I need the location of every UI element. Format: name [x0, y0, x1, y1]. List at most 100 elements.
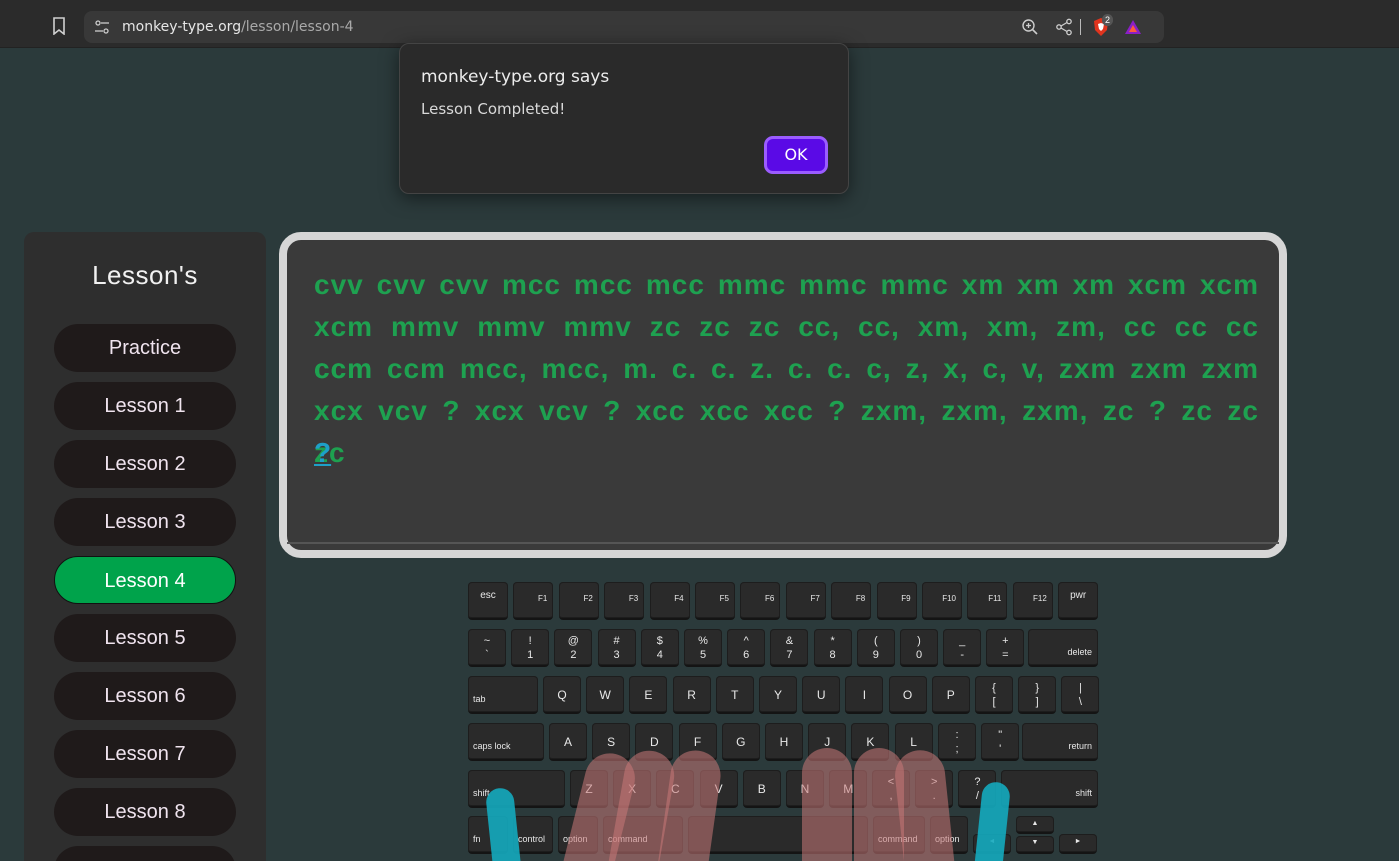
key-g[interactable]: G: [721, 723, 760, 761]
key-e[interactable]: E: [629, 676, 668, 714]
key-f9[interactable]: F9: [876, 582, 917, 620]
address-bar[interactable]: monkey-type.org/lesson/lesson-4 2: [84, 11, 1164, 43]
key-punct-0[interactable]: :;: [938, 723, 976, 761]
key-q[interactable]: Q: [543, 676, 581, 714]
key-7[interactable]: & 7: [770, 629, 809, 667]
key-f8[interactable]: F8: [831, 582, 872, 620]
key-label: -: [960, 649, 965, 661]
key-b[interactable]: B: [742, 770, 781, 808]
key-f[interactable]: F: [678, 723, 717, 761]
key-i[interactable]: I: [845, 676, 884, 714]
bookmark-icon[interactable]: [52, 17, 66, 35]
key-control[interactable]: control: [513, 816, 553, 854]
key-arrow-up[interactable]: ▲: [1016, 816, 1054, 834]
brave-rewards-icon[interactable]: [1124, 19, 1142, 35]
sidebar-item-lesson-7[interactable]: Lesson 7: [54, 730, 236, 778]
key-option-right[interactable]: option: [930, 816, 968, 854]
key-label: %: [698, 635, 708, 647]
key-p[interactable]: P: [931, 676, 970, 714]
key-f12[interactable]: F12: [1012, 582, 1053, 620]
sidebar-item-lesson-2[interactable]: Lesson 2: [54, 440, 236, 488]
zoom-icon[interactable]: [1021, 18, 1039, 36]
key-6[interactable]: ^ 6: [727, 629, 766, 667]
key-o[interactable]: O: [888, 676, 927, 714]
key-u[interactable]: U: [802, 676, 841, 714]
site-settings-icon[interactable]: [94, 19, 110, 35]
sidebar-item-lesson-8[interactable]: Lesson 8: [54, 788, 236, 836]
key-return[interactable]: return: [1022, 723, 1098, 761]
key-f3[interactable]: F3: [604, 582, 645, 620]
key-3[interactable]: #3: [597, 629, 636, 667]
key-bracket-0[interactable]: {[: [975, 676, 1013, 714]
key-angle-1[interactable]: >.: [915, 770, 954, 808]
url-text[interactable]: monkey-type.org/lesson/lesson-4: [122, 19, 354, 35]
key-9[interactable]: (9: [856, 629, 895, 667]
key-n[interactable]: N: [786, 770, 824, 808]
share-icon[interactable]: [1055, 18, 1073, 36]
key-z[interactable]: Z: [570, 770, 608, 808]
key-sym[interactable]: _ -: [943, 629, 982, 667]
key-r[interactable]: R: [672, 676, 711, 714]
key-label: N: [800, 782, 810, 796]
key-h[interactable]: H: [765, 723, 803, 761]
key-l[interactable]: L: [894, 723, 933, 761]
key-4[interactable]: $4: [640, 629, 679, 667]
key-2[interactable]: @2: [554, 629, 593, 667]
key-f10[interactable]: F10: [922, 582, 962, 620]
key-f6[interactable]: F6: [740, 582, 781, 620]
key-space[interactable]: [688, 816, 868, 854]
key-d[interactable]: D: [635, 723, 674, 761]
key-a[interactable]: A: [549, 723, 587, 761]
key-arrow-left[interactable]: ◄: [973, 834, 1011, 854]
key-command-left[interactable]: command: [603, 816, 683, 854]
key-v[interactable]: V: [699, 770, 738, 808]
key-sym[interactable]: + =: [986, 629, 1025, 667]
key-caps-lock[interactable]: caps lock: [468, 723, 544, 761]
key-1[interactable]: ! 1: [511, 629, 550, 667]
typing-area[interactable]: cvv cvv cvv mcc mcc mcc mmc mmc mmc xm x…: [279, 232, 1287, 558]
key-pwr[interactable]: pwr: [1058, 582, 1099, 620]
key-arrow-down[interactable]: ▼: [1016, 836, 1054, 854]
key-s[interactable]: S: [592, 723, 631, 761]
sidebar-item-lesson-3[interactable]: Lesson 3: [54, 498, 236, 546]
dialog-ok-button[interactable]: OK: [764, 136, 828, 174]
key-x[interactable]: X: [613, 770, 652, 808]
key-0[interactable]: ) 0: [900, 629, 938, 667]
key-punct-1[interactable]: " ': [981, 723, 1020, 761]
key-fn[interactable]: fn: [468, 816, 508, 854]
sidebar-item-lesson-5[interactable]: Lesson 5: [54, 614, 236, 662]
key-delete[interactable]: delete: [1028, 629, 1098, 667]
key-f1[interactable]: F1: [513, 582, 554, 620]
key-command-right[interactable]: command: [873, 816, 925, 854]
key-f7[interactable]: F7: [785, 582, 826, 620]
key-j[interactable]: J: [808, 723, 847, 761]
key-tab[interactable]: tab: [468, 676, 538, 714]
key-option-left[interactable]: option: [558, 816, 598, 854]
key-t[interactable]: T: [715, 676, 754, 714]
key-f11[interactable]: F11: [967, 582, 1008, 620]
sidebar-item-lesson-4[interactable]: Lesson 4: [54, 556, 236, 604]
key-w[interactable]: W: [586, 676, 625, 714]
key-bracket-2[interactable]: | \: [1061, 676, 1100, 714]
key-bracket-1[interactable]: }]: [1018, 676, 1057, 714]
sidebar-item-practice[interactable]: Practice: [54, 324, 236, 372]
key-f5[interactable]: F5: [695, 582, 735, 620]
key-angle-0[interactable]: <,: [872, 770, 910, 808]
key-esc[interactable]: esc: [468, 582, 508, 620]
key-k[interactable]: K: [851, 723, 890, 761]
sidebar-item-lesson-9[interactable]: [54, 846, 236, 861]
key-m[interactable]: M: [829, 770, 868, 808]
key-f4[interactable]: F4: [649, 582, 690, 620]
key-sym[interactable]: ~ `: [468, 629, 506, 667]
key-angle-2[interactable]: ? /: [958, 770, 997, 808]
key-c[interactable]: C: [656, 770, 695, 808]
sidebar-item-lesson-1[interactable]: Lesson 1: [54, 382, 236, 430]
key-shift-right[interactable]: shift: [1001, 770, 1098, 808]
key-5[interactable]: % 5: [684, 629, 722, 667]
sidebar-item-lesson-6[interactable]: Lesson 6: [54, 672, 236, 720]
key-shift-left[interactable]: shift: [468, 770, 565, 808]
key-8[interactable]: * 8: [813, 629, 852, 667]
key-f2[interactable]: F2: [558, 582, 599, 620]
key-arrow-right[interactable]: ►: [1059, 834, 1097, 854]
key-y[interactable]: Y: [759, 676, 797, 714]
